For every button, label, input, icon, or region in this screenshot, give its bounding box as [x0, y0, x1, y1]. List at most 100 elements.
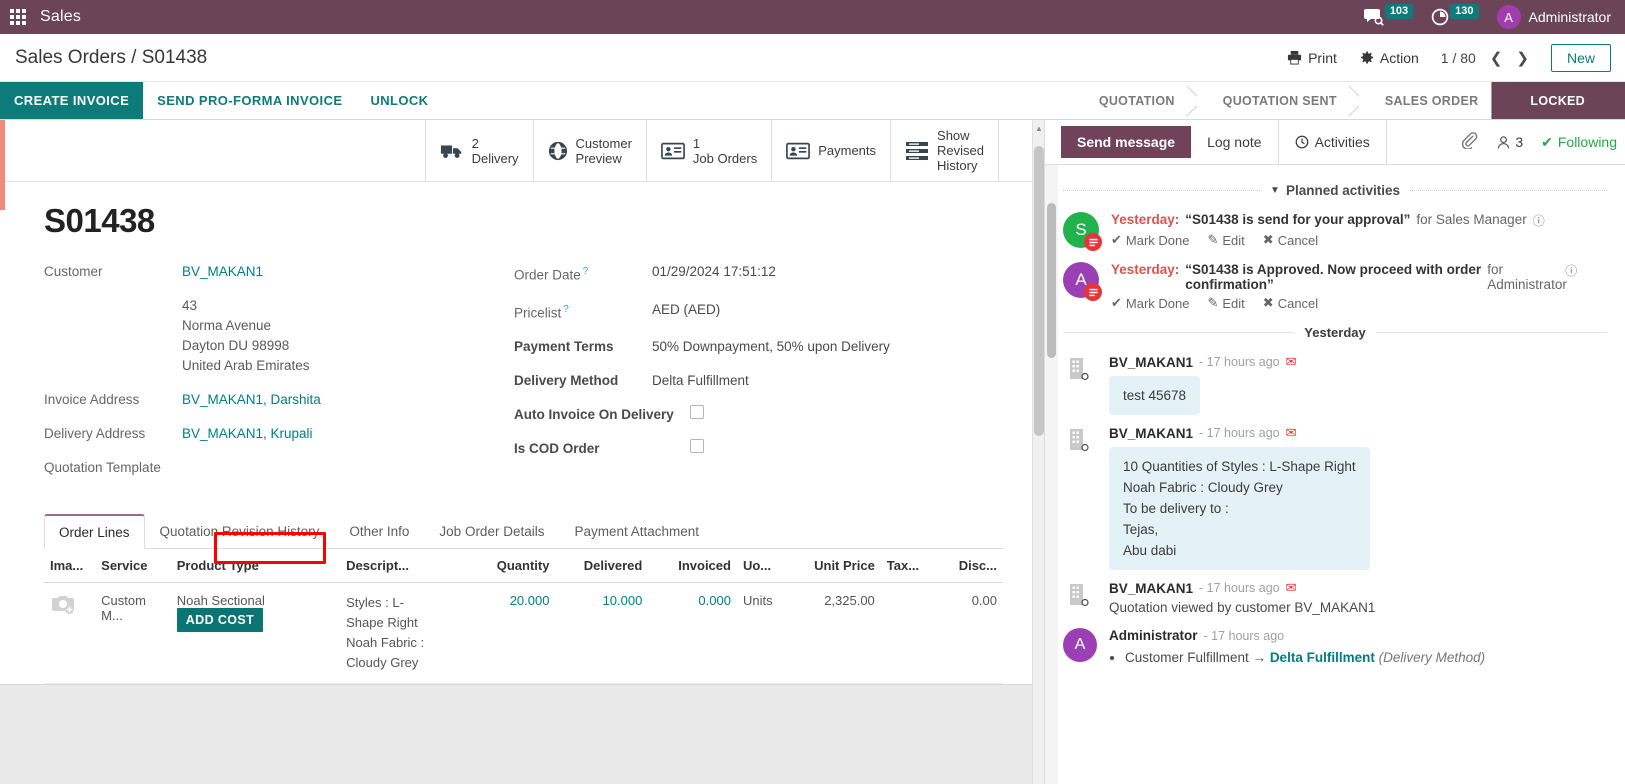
messages-menu[interactable]: 103 — [1363, 4, 1414, 26]
field-invoice-address-value[interactable]: BV_MAKAN1, Darshita — [182, 390, 321, 410]
cell-unit-price[interactable]: 2,325.00 — [791, 582, 881, 684]
is-cod-checkbox[interactable] — [690, 439, 704, 453]
activity-when: Yesterday: — [1111, 262, 1180, 277]
following-button[interactable]: ✔ Following — [1541, 134, 1617, 151]
close-icon: ✖ — [1262, 295, 1274, 310]
tab-other-info[interactable]: Other Info — [334, 514, 424, 549]
smart-button-customer-preview[interactable]: Customer Preview — [532, 120, 646, 181]
stage-sales-order[interactable]: SALES ORDER — [1358, 82, 1505, 119]
mark-done-button[interactable]: ✔ Mark Done — [1111, 232, 1189, 248]
chevron-left-icon[interactable]: ❮ — [1490, 49, 1503, 67]
envelope-icon: ✉ — [1285, 354, 1297, 369]
field-customer-value[interactable]: BV_MAKAN1 — [182, 262, 263, 282]
tab-quotation-revision-history[interactable]: Quotation Revision History — [145, 514, 335, 549]
add-cost-button[interactable]: ADD COST — [176, 608, 264, 632]
breadcrumb[interactable]: Sales Orders / S01438 — [15, 47, 207, 69]
pager-value[interactable]: 1 / 80 — [1441, 50, 1476, 66]
cell-delivered[interactable]: 10.000 — [555, 582, 649, 684]
smart-button-revised-line1: Show — [937, 128, 970, 143]
info-icon[interactable]: ⓘ — [1565, 262, 1577, 279]
chatter-scrollbar-thumb[interactable] — [1047, 203, 1056, 358]
form-scrollbar[interactable]: ▲ — [1032, 120, 1044, 784]
smart-button-job-orders[interactable]: 1 Job Orders — [645, 120, 771, 181]
smart-button-show-revised-history[interactable]: Show Revised History — [890, 120, 999, 181]
table-row[interactable]: Custom M... Noah Sectional ADD COST Styl… — [44, 582, 1003, 684]
message-author[interactable]: Administrator — [1109, 628, 1198, 643]
field-is-cod-label: Is COD Order — [514, 441, 600, 456]
info-icon[interactable]: ⓘ — [1533, 212, 1545, 229]
edit-activity-button[interactable]: ✎ Edit — [1207, 295, 1244, 311]
cancel-activity-button[interactable]: ✖ Cancel — [1263, 295, 1318, 311]
field-customer-label: Customer — [44, 264, 103, 279]
id-card-icon — [786, 142, 811, 160]
cell-uom[interactable]: Units — [736, 582, 792, 684]
cancel-activity-button[interactable]: ✖ Cancel — [1263, 232, 1318, 248]
cell-invoiced[interactable]: 0.000 — [648, 582, 737, 684]
help-icon[interactable]: ? — [583, 266, 589, 277]
desc-line-2: Shape Right — [346, 615, 418, 630]
planned-activities-title[interactable]: ▼ Planned activities — [1270, 183, 1400, 198]
print-button[interactable]: Print — [1287, 50, 1337, 66]
chatter-meta: 3 ✔ Following — [1460, 120, 1625, 164]
send-proforma-invoice-button[interactable]: SEND PRO-FORMA INVOICE — [143, 82, 356, 119]
help-icon[interactable]: ? — [563, 304, 569, 315]
form-scrollbar-thumb[interactable] — [1034, 146, 1044, 436]
create-invoice-button[interactable]: CREATE INVOICE — [0, 82, 144, 119]
summary-icon — [1084, 283, 1102, 301]
smart-button-payments[interactable]: Payments — [771, 120, 890, 181]
action-button[interactable]: Action — [1359, 50, 1419, 66]
field-delivery-address-value[interactable]: BV_MAKAN1, Krupali — [182, 424, 313, 444]
message-author[interactable]: BV_MAKAN1 — [1109, 426, 1193, 441]
address-line-4: United Arab Emirates — [182, 358, 310, 373]
cell-discount[interactable]: 0.00 — [935, 582, 1003, 684]
message-line: Abu dabi — [1123, 543, 1177, 558]
activities-button[interactable]: Activities — [1277, 120, 1387, 164]
mark-done-button[interactable]: ✔ Mark Done — [1111, 295, 1189, 311]
pencil-icon: ✎ — [1207, 295, 1219, 310]
cell-image[interactable] — [44, 582, 96, 684]
activity-assignee: for Sales Manager — [1416, 212, 1527, 227]
tab-order-lines[interactable]: Order Lines — [44, 514, 145, 549]
stage-quotation[interactable]: QUOTATION — [1072, 82, 1197, 119]
new-button[interactable]: New — [1550, 43, 1611, 72]
cell-service[interactable]: Custom M... — [95, 582, 171, 684]
cell-quantity[interactable]: 20.000 — [466, 582, 556, 684]
scroll-up-arrow[interactable]: ▲ — [1034, 122, 1044, 134]
followers-button[interactable]: 3 — [1496, 134, 1523, 150]
chatter-scrollbar[interactable] — [1045, 165, 1058, 784]
activities-menu[interactable]: 130 — [1431, 4, 1479, 26]
app-title[interactable]: Sales — [40, 8, 81, 26]
field-payment-terms-value[interactable]: 50% Downpayment, 50% upon Delivery — [652, 337, 890, 357]
col-product-type: Product Type — [170, 549, 341, 583]
tracking-new-value[interactable]: Delta Fulfillment — [1270, 650, 1375, 665]
clock-icon — [1295, 135, 1308, 149]
smart-button-delivery[interactable]: 2 Delivery — [424, 120, 533, 181]
stage-quotation-sent[interactable]: QUOTATION SENT — [1196, 82, 1359, 119]
user-menu[interactable]: A Administrator — [1496, 5, 1611, 29]
message-author[interactable]: BV_MAKAN1 — [1109, 581, 1193, 596]
auto-invoice-checkbox[interactable] — [690, 405, 704, 419]
stage-locked[interactable]: LOCKED — [1504, 82, 1625, 119]
log-note-button[interactable]: Log note — [1191, 120, 1278, 164]
unlock-button[interactable]: UNLOCK — [356, 82, 442, 119]
activity-content: Yesterday: “S01438 is send for your appr… — [1111, 212, 1607, 248]
tab-job-order-details[interactable]: Job Order Details — [424, 514, 559, 549]
cell-tax[interactable] — [880, 582, 936, 684]
field-delivery-method-value[interactable]: Delta Fulfillment — [652, 371, 749, 391]
message-time: - 17 hours ago — [1199, 426, 1280, 440]
chevron-right-icon[interactable]: ❯ — [1516, 49, 1529, 67]
planned-activities-divider: ▼ Planned activities — [1063, 183, 1608, 198]
send-message-button[interactable]: Send message — [1061, 126, 1192, 158]
edit-activity-button[interactable]: ✎ Edit — [1207, 232, 1244, 248]
building-icon — [1065, 580, 1095, 615]
message-author[interactable]: BV_MAKAN1 — [1109, 355, 1193, 370]
apps-grid-icon[interactable] — [10, 9, 26, 25]
field-pricelist-value[interactable]: AED (AED) — [652, 300, 720, 320]
fields-grid: Customer BV_MAKAN1 43 Norma Avenue Dayto… — [44, 262, 1003, 492]
form-scroll-area: 2 Delivery Customer Preview 1 Job Orders… — [0, 120, 1044, 784]
field-order-date-value[interactable]: 01/29/2024 17:51:12 — [652, 262, 776, 282]
paperclip-icon[interactable] — [1460, 131, 1478, 154]
cell-description[interactable]: Styles : L- Shape Right Noah Fabric : Cl… — [340, 582, 467, 684]
cell-product-type[interactable]: Noah Sectional ADD COST — [170, 582, 341, 684]
tab-payment-attachment[interactable]: Payment Attachment — [559, 514, 714, 549]
